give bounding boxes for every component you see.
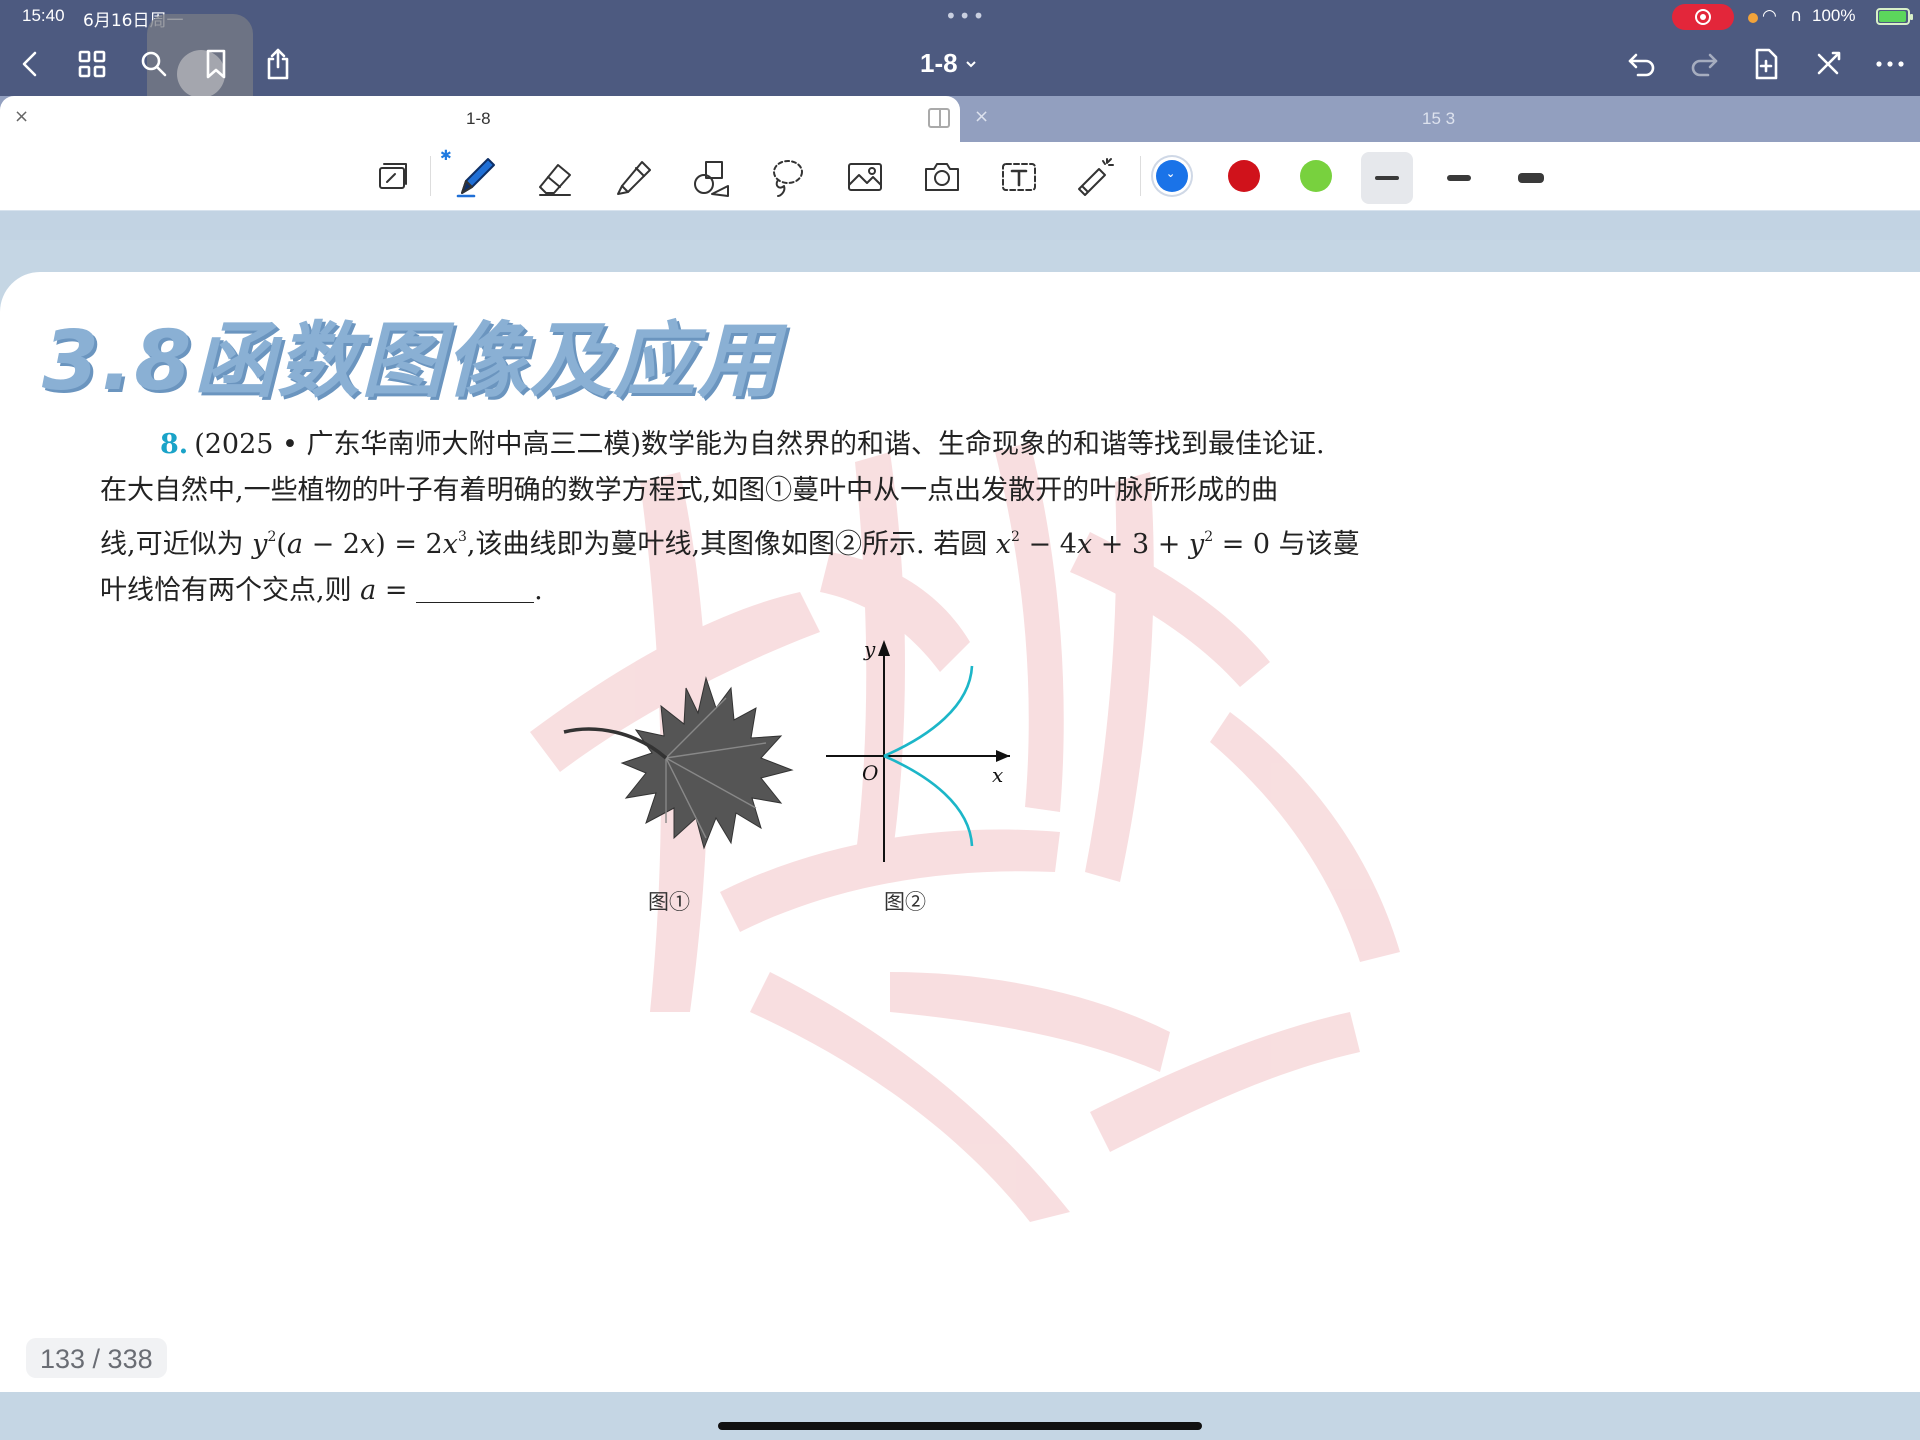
bookmark-icon[interactable]	[196, 44, 236, 84]
thickness-medium[interactable]	[1433, 152, 1485, 204]
problem-line-4a: 叶线恰有两个交点,则	[100, 575, 361, 606]
y-axis-label: y	[863, 637, 876, 661]
problem-line-2: 在大自然中,一些植物的叶子有着明确的数学方程式,如图①蔓叶中从一点出发散开的叶脉…	[100, 475, 1279, 506]
share-icon[interactable]	[258, 44, 298, 84]
page-mode-icon[interactable]	[368, 152, 418, 202]
document-title: 1-8	[920, 48, 958, 78]
page-gap	[0, 210, 1920, 240]
laser-pointer-icon[interactable]	[1070, 152, 1120, 202]
page-heading: 3.8函数图像及应用	[42, 314, 782, 409]
thickness-thick[interactable]	[1505, 152, 1557, 204]
tab-bar: × 1-8 × 15 3	[0, 96, 1920, 142]
figure-2-caption: 图②	[884, 890, 926, 914]
battery-percent: 100%	[1812, 6, 1856, 25]
tab-label: 1-8	[466, 109, 491, 128]
close-icon[interactable]	[1808, 44, 1848, 84]
top-bar: 15:40 6月16日周一 ••• ◠ ∩ 100% 1-8	[0, 0, 1920, 120]
wifi-icon: ◠	[1762, 6, 1777, 26]
lasso-icon[interactable]	[762, 152, 812, 202]
battery-charging-icon	[1876, 8, 1913, 25]
answer-variable: a =	[360, 575, 417, 606]
document-page[interactable]: 3.8函数图像及应用 8. (2025 • 广东华南师大附中高三二模)数学能为自然…	[0, 272, 1920, 1392]
x-axis-label: x	[992, 763, 1003, 787]
question-number: 8.	[160, 429, 189, 460]
answer-blank[interactable]	[416, 573, 535, 603]
search-icon[interactable]	[134, 44, 174, 84]
add-page-icon[interactable]	[1746, 44, 1786, 84]
undo-icon[interactable]	[1622, 44, 1662, 84]
pen-icon[interactable]	[451, 152, 501, 202]
grid-icon[interactable]	[72, 44, 112, 84]
status-time: 15:40	[22, 6, 65, 25]
shapes-icon[interactable]	[686, 152, 736, 202]
back-icon[interactable]	[10, 44, 50, 84]
cissoid-graph: y x O	[826, 637, 1010, 862]
color-swatch-green[interactable]	[1300, 160, 1332, 192]
mic-indicator-icon	[1748, 13, 1758, 23]
home-indicator[interactable]	[718, 1422, 1202, 1430]
eraser-icon[interactable]	[530, 152, 580, 202]
tab-15-3[interactable]: 15 3	[1422, 109, 1455, 129]
bottom-strip	[0, 1392, 1920, 1440]
headphone-icon: ∩	[1790, 6, 1803, 26]
color-swatch-red[interactable]	[1228, 160, 1260, 192]
problem-line-3a: 线,可近似为	[100, 529, 253, 560]
image-icon[interactable]	[840, 152, 890, 202]
split-view-icon[interactable]	[928, 108, 950, 128]
equation-curve: y2(a − 2x) = 2x3	[252, 529, 467, 560]
bluetooth-icon: ✱	[440, 148, 452, 164]
highlighter-icon[interactable]	[608, 152, 658, 202]
chevron-down-icon	[965, 60, 976, 67]
tab-close-icon[interactable]: ×	[14, 106, 29, 127]
tab-1-8[interactable]: × 1-8	[0, 96, 960, 142]
problem-line-4b: .	[534, 575, 543, 606]
problem-line-1: (2025 • 广东华南师大附中高三二模)数学能为自然界的和谐、生命现象的和谐等…	[194, 429, 1325, 460]
multitask-dots-icon[interactable]: •••	[945, 4, 986, 28]
color-swatch-blue[interactable]: ⌄	[1156, 160, 1188, 192]
more-icon[interactable]	[1870, 44, 1910, 84]
problem-line-3c: 与该蔓	[1270, 529, 1360, 560]
origin-label: O	[862, 761, 878, 785]
tab-close-icon[interactable]: ×	[974, 106, 989, 127]
document-title-menu[interactable]: 1-8	[920, 48, 978, 79]
camera-icon[interactable]	[917, 152, 967, 202]
leaf-figure	[563, 676, 794, 850]
page-counter[interactable]: 133 / 338	[26, 1338, 167, 1378]
screen-record-icon[interactable]	[1672, 4, 1734, 30]
thickness-fine[interactable]	[1361, 152, 1413, 204]
drawing-toolbar: ✱ ⌄	[0, 142, 1920, 210]
text-icon[interactable]	[994, 152, 1044, 202]
equation-circle: x2 − 4x + 3 + y2 = 0	[995, 529, 1271, 560]
figure-1-caption: 图①	[648, 890, 690, 914]
redo-icon[interactable]	[1684, 44, 1724, 84]
problem-line-3b: ,该曲线即为蔓叶线,其图像如图②所示. 若圆	[466, 529, 996, 560]
problem-text: 8. (2025 • 广东华南师大附中高三二模)数学能为自然界的和谐、生命现象的和…	[100, 422, 1480, 614]
